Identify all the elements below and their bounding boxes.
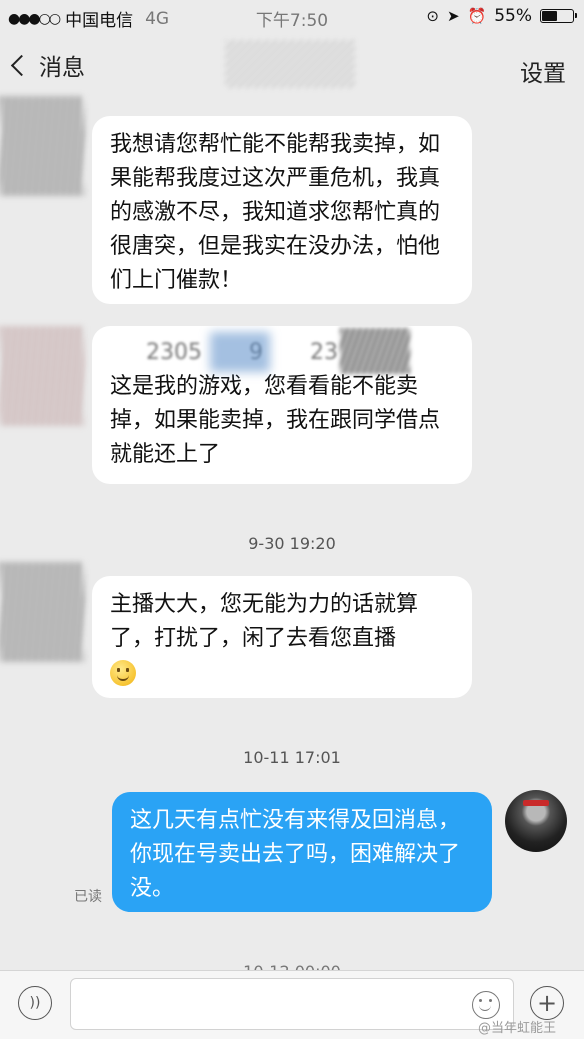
message-text: 这几天有点忙没有来得及回消息，你现在号卖出去了吗，困难解决了没。: [130, 808, 461, 901]
plus-icon: +: [536, 989, 558, 1017]
message-input[interactable]: [70, 978, 514, 1030]
back-label: 消息: [39, 55, 85, 81]
message-bubble-outgoing[interactable]: 这几天有点忙没有来得及回消息，你现在号卖出去了吗，困难解决了没。: [112, 792, 492, 912]
read-receipt: 已读: [74, 889, 102, 905]
battery-percent: 55%: [494, 6, 532, 26]
voice-button[interactable]: )): [18, 986, 52, 1020]
account-number-redacted: 2305 9 23: [110, 328, 454, 374]
lock-rotation-icon: ⊙: [426, 7, 439, 25]
status-right: ⊙ ➤ ⏰ 55%: [426, 6, 577, 26]
message-text: 我想请您帮忙能不能帮我卖掉，如果能帮我度过这次严重危机，我真的感激不尽，我知道求…: [110, 132, 441, 293]
timestamp: 9-30 19:20: [248, 534, 336, 553]
contact-name-redacted: [225, 40, 355, 88]
message-text: 这是我的游戏，您看看能不能卖掉，如果能卖掉，我在跟同学借点就能还上了: [110, 374, 441, 467]
plus-button[interactable]: +: [530, 986, 564, 1020]
voice-icon: )): [29, 995, 41, 1011]
settings-button[interactable]: 设置: [520, 54, 566, 88]
user-avatar[interactable]: [505, 790, 567, 852]
alarm-icon: ⏰: [467, 7, 487, 25]
contact-avatar[interactable]: [0, 326, 84, 426]
emoji-button[interactable]: [472, 991, 500, 1019]
battery-fill: [542, 11, 558, 21]
contact-avatar[interactable]: [0, 562, 84, 662]
nav-bar: 消息 设置: [0, 32, 584, 100]
status-bar: ●●●○○ 中国电信 4G 下午7:50 ⊙ ➤ ⏰ 55%: [0, 0, 584, 32]
location-arrow-icon: ➤: [446, 7, 460, 25]
message-bubble-incoming[interactable]: 我想请您帮忙能不能帮我卖掉，如果能帮我度过这次严重危机，我真的感激不尽，我知道求…: [92, 116, 472, 304]
input-bar: )) + @当年虹能王: [0, 970, 584, 1039]
redaction-dark: [340, 328, 410, 374]
watermark: @当年虹能王: [478, 1021, 557, 1036]
smile-emoji-icon: [110, 660, 136, 686]
message-bubble-incoming[interactable]: 主播大大，您无能为力的话就算了，打扰了，闲了去看您直播: [92, 576, 472, 698]
message-bubble-incoming[interactable]: 2305 9 23 这是我的游戏，您看看能不能卖掉，如果能卖掉，我在跟同学借点就…: [92, 326, 472, 484]
back-button[interactable]: 消息: [10, 48, 85, 82]
timestamp: 10-11 17:01: [243, 748, 341, 767]
redaction-blue: [210, 332, 270, 372]
message-text: 主播大大，您无能为力的话就算了，打扰了，闲了去看您直播: [110, 592, 419, 651]
battery-icon: [540, 9, 577, 23]
contact-avatar[interactable]: [0, 96, 84, 196]
chevron-left-icon: [10, 54, 33, 76]
